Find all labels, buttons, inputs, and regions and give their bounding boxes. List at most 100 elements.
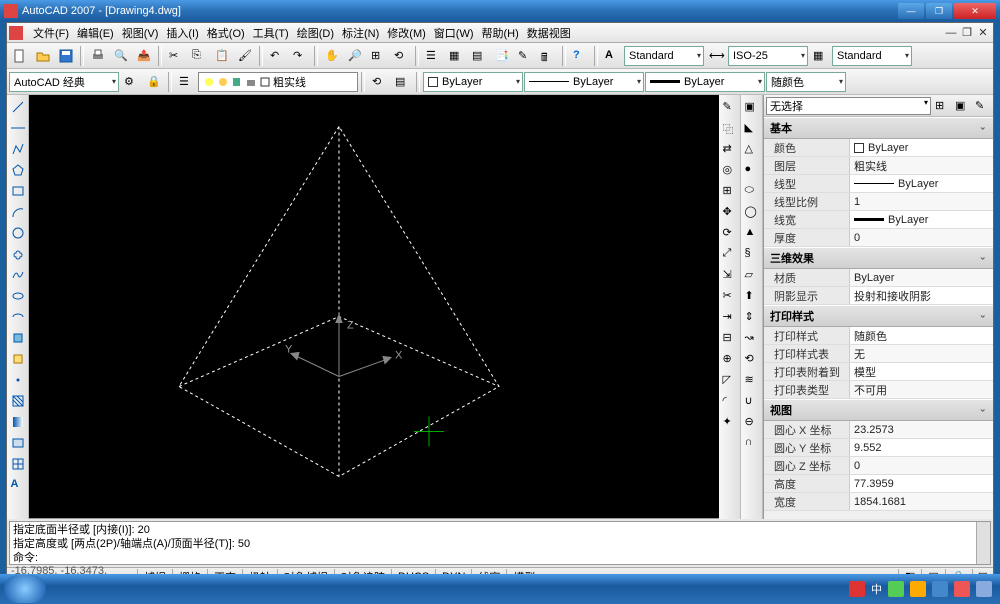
mdi-restore-button[interactable]: ❐ <box>959 26 975 40</box>
layer-states-button[interactable]: ▤ <box>391 71 413 93</box>
planar-tool[interactable]: ▱ <box>742 265 762 285</box>
menu-item[interactable]: 工具(T) <box>249 24 293 42</box>
lineweight-dropdown[interactable]: ByLayer <box>645 72 765 92</box>
command-scrollbar[interactable] <box>976 522 990 564</box>
dim-style-dropdown[interactable]: ISO-25 <box>728 46 808 66</box>
tray-icon[interactable] <box>976 581 992 597</box>
join-tool[interactable]: ⊕ <box>720 349 740 369</box>
explode-tool[interactable]: ✦ <box>720 412 740 432</box>
revolve-tool[interactable]: ⟲ <box>742 349 762 369</box>
quick-select-button[interactable]: ⊞ <box>933 97 951 115</box>
line-tool[interactable] <box>8 97 28 117</box>
offset-tool[interactable]: ◎ <box>720 160 740 180</box>
insert-block-tool[interactable] <box>8 328 28 348</box>
stretch-tool[interactable]: ⇲ <box>720 265 740 285</box>
tray-icon[interactable] <box>954 581 970 597</box>
mdi-minimize-button[interactable]: — <box>943 26 959 40</box>
property-group-header[interactable]: 打印样式 <box>764 305 993 327</box>
property-row[interactable]: 打印样式随颜色 <box>764 327 993 345</box>
command-line[interactable]: 指定底面半径或 [内接(I)]: 20 指定高度或 [两点(2P)/轴端点(A)… <box>9 521 991 565</box>
tray-ime-icon[interactable] <box>849 581 865 597</box>
select-objects-button[interactable]: ▣ <box>953 97 971 115</box>
menu-item[interactable]: 帮助(H) <box>478 24 523 42</box>
workspace-dropdown[interactable]: AutoCAD 经典 <box>9 72 119 92</box>
property-value[interactable]: 不可用 <box>850 381 993 398</box>
property-row[interactable]: 打印样式表无 <box>764 345 993 363</box>
window-maximize-button[interactable]: ❐ <box>926 3 952 19</box>
spline-tool[interactable] <box>8 265 28 285</box>
property-group-header[interactable]: 基本 <box>764 117 993 139</box>
mtext-tool[interactable]: A <box>8 475 28 495</box>
print-preview-button[interactable]: 🔍 <box>110 45 132 67</box>
table-tool[interactable] <box>8 454 28 474</box>
layer-prev-button[interactable]: ⟲ <box>368 71 390 93</box>
property-value[interactable]: 模型 <box>850 363 993 380</box>
markup-button[interactable]: ✎ <box>514 45 536 67</box>
layer-props-button[interactable]: ☰ <box>175 71 197 93</box>
property-value[interactable]: ByLayer <box>850 269 993 286</box>
linetype-dropdown[interactable]: ByLayer <box>524 72 644 92</box>
zoom-prev-button[interactable]: ⟲ <box>390 45 412 67</box>
property-value[interactable]: 77.3959 <box>850 475 993 492</box>
tray-icon[interactable] <box>888 581 904 597</box>
intersect-tool[interactable]: ∩ <box>742 433 762 453</box>
make-block-tool[interactable] <box>8 349 28 369</box>
table-style-dropdown[interactable]: Standard <box>832 46 912 66</box>
region-tool[interactable] <box>8 433 28 453</box>
sphere-tool[interactable]: ● <box>742 160 762 180</box>
property-value[interactable]: 0 <box>850 457 993 474</box>
helix-tool[interactable]: § <box>742 244 762 264</box>
trim-tool[interactable]: ✂ <box>720 286 740 306</box>
color-dropdown[interactable]: ByLayer <box>423 72 523 92</box>
new-button[interactable] <box>9 45 31 67</box>
print-button[interactable] <box>87 45 109 67</box>
property-group-header[interactable]: 视图 <box>764 399 993 421</box>
window-minimize-button[interactable]: — <box>898 3 924 19</box>
property-row[interactable]: 高度77.3959 <box>764 475 993 493</box>
property-value[interactable]: ByLayer <box>850 139 993 156</box>
polyline-tool[interactable] <box>8 139 28 159</box>
plotstyle-dropdown[interactable]: 随颜色 <box>766 72 846 92</box>
pyramid-tool[interactable]: ▲ <box>742 223 762 243</box>
property-value[interactable]: 23.2573 <box>850 421 993 438</box>
publish-button[interactable]: 📤 <box>133 45 155 67</box>
property-row[interactable]: 宽度1854.1681 <box>764 493 993 511</box>
sweep-tool[interactable]: ↝ <box>742 328 762 348</box>
menu-item[interactable]: 标注(N) <box>338 24 383 42</box>
property-row[interactable]: 阴影显示投射和接收阴影 <box>764 287 993 305</box>
property-row[interactable]: 线宽ByLayer <box>764 211 993 229</box>
design-center-button[interactable]: ▦ <box>445 45 467 67</box>
menu-item[interactable]: 插入(I) <box>162 24 202 42</box>
extend-tool[interactable]: ⇥ <box>720 307 740 327</box>
start-button[interactable] <box>4 575 46 603</box>
property-value[interactable]: 随颜色 <box>850 327 993 344</box>
property-value[interactable]: 9.552 <box>850 439 993 456</box>
arc-tool[interactable] <box>8 202 28 222</box>
window-close-button[interactable]: ✕ <box>954 3 996 19</box>
box-tool[interactable]: ▣ <box>742 97 762 117</box>
ellipse-tool[interactable] <box>8 286 28 306</box>
workspace-lock-button[interactable]: 🔒 <box>143 71 165 93</box>
menu-item[interactable]: 格式(O) <box>203 24 249 42</box>
property-value[interactable]: 粗实线 <box>850 157 993 174</box>
subtract-tool[interactable]: ⊖ <box>742 412 762 432</box>
menu-item[interactable]: 窗口(W) <box>430 24 478 42</box>
ellipse-arc-tool[interactable] <box>8 307 28 327</box>
presspull-tool[interactable]: ⇕ <box>742 307 762 327</box>
property-row[interactable]: 打印表附着到模型 <box>764 363 993 381</box>
cylinder-tool[interactable]: ⬭ <box>742 181 762 201</box>
menu-item[interactable]: 文件(F) <box>29 24 73 42</box>
mdi-close-button[interactable]: ✕ <box>975 26 991 40</box>
copy-button[interactable]: ⎘ <box>188 45 210 67</box>
menu-item[interactable]: 视图(V) <box>118 24 163 42</box>
properties-button[interactable]: ☰ <box>422 45 444 67</box>
extrude-tool[interactable]: ⬆ <box>742 286 762 306</box>
menu-item[interactable]: 绘图(D) <box>293 24 338 42</box>
tray-icon[interactable] <box>910 581 926 597</box>
property-group-header[interactable]: 三维效果 <box>764 247 993 269</box>
point-tool[interactable] <box>8 370 28 390</box>
selection-dropdown[interactable]: 无选择 <box>766 97 931 115</box>
array-tool[interactable]: ⊞ <box>720 181 740 201</box>
property-row[interactable]: 打印表类型不可用 <box>764 381 993 399</box>
tool-palettes-button[interactable]: ▤ <box>468 45 490 67</box>
